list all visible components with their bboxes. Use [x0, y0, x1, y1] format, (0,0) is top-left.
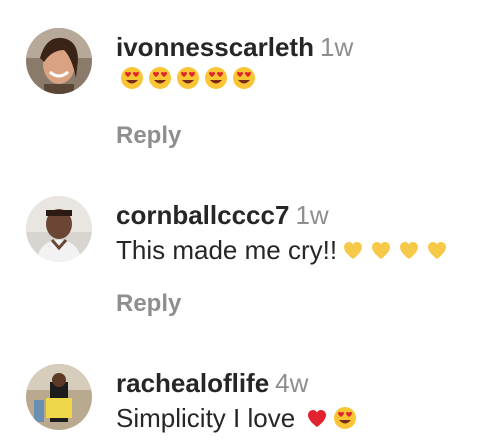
yellow-heart-emoji — [425, 238, 449, 262]
username[interactable]: rachealoflife — [116, 368, 269, 398]
yellow-heart-emoji — [341, 238, 365, 262]
heart-eyes-emoji — [333, 406, 357, 430]
avatar[interactable] — [26, 28, 92, 94]
avatar[interactable] — [26, 196, 92, 262]
comment-text: This made me cry!! — [116, 234, 496, 266]
reply-button[interactable]: Reply — [116, 290, 181, 318]
timestamp[interactable]: 4w — [275, 368, 308, 398]
heart-eyes-emoji — [176, 66, 200, 90]
username[interactable]: ivonnesscarleth — [116, 32, 314, 62]
timestamp[interactable]: 1w — [295, 200, 328, 230]
timestamp[interactable]: 1w — [320, 32, 353, 62]
heart-eyes-emoji — [232, 66, 256, 90]
red-heart-emoji — [305, 406, 329, 430]
comment-text: Simplicity I love — [116, 402, 496, 434]
comment-header: ivonnesscarleth 1w — [116, 32, 496, 62]
heart-eyes-emoji — [204, 66, 228, 90]
comment-header: cornballcccc7 1w — [116, 200, 496, 230]
avatar[interactable] — [26, 364, 92, 430]
username[interactable]: cornballcccc7 — [116, 200, 289, 230]
comment-text — [116, 66, 496, 90]
yellow-heart-emoji — [397, 238, 421, 262]
reply-button[interactable]: Reply — [116, 122, 181, 150]
heart-eyes-emoji — [148, 66, 172, 90]
heart-eyes-emoji — [120, 66, 144, 90]
yellow-heart-emoji — [369, 238, 393, 262]
comment-header: rachealoflife 4w — [116, 368, 496, 398]
